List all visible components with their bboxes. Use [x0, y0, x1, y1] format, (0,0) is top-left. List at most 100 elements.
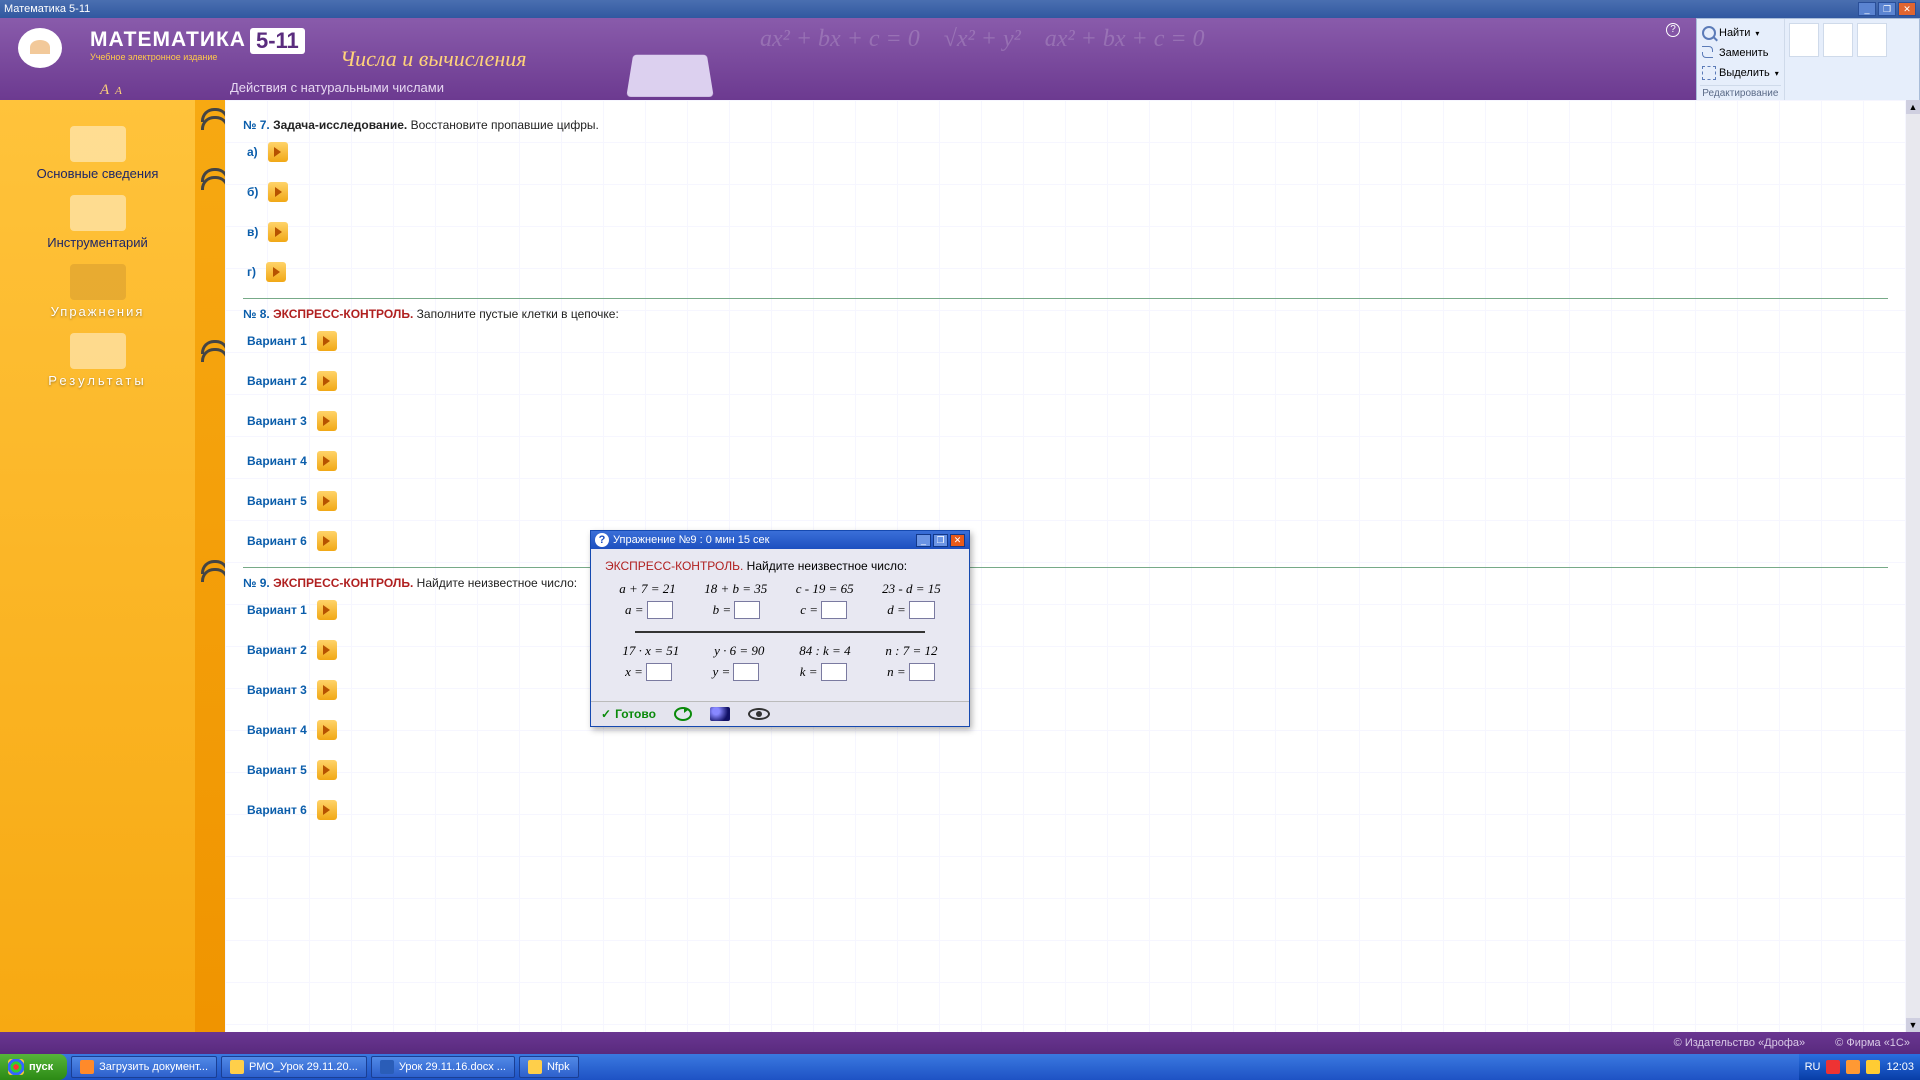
answer-input-c[interactable] [821, 601, 847, 619]
answer-input-n[interactable] [909, 663, 935, 681]
popup-close-button[interactable]: ✕ [950, 534, 965, 547]
ribbon-panel: Найти Заменить Выделить Редактирование [1696, 18, 1920, 100]
popup-maximize-button[interactable]: ❐ [933, 534, 948, 547]
window-close-button[interactable]: ✕ [1898, 2, 1916, 16]
help-button[interactable]: ? [1666, 23, 1680, 37]
book-open-icon [70, 126, 126, 162]
task8-variant-3: Вариант 3 [243, 401, 1888, 441]
window-maximize-button[interactable]: ❐ [1878, 2, 1896, 16]
open-arrow-button[interactable] [317, 680, 337, 700]
taskbar-button-firefox[interactable]: Загрузить документ... [71, 1056, 217, 1078]
open-arrow-button[interactable] [317, 531, 337, 551]
task8-variant-6: Вариант 6 [243, 521, 1888, 561]
footer-publisher: © Издательство «Дрофа» [1674, 1037, 1806, 1049]
equation-row-1: a + 7 = 21 18 + b = 35 c - 19 = 65 23 - … [605, 581, 955, 597]
open-arrow-button[interactable] [266, 262, 286, 282]
select-button[interactable]: Выделить [1700, 65, 1781, 81]
binder-rings [195, 100, 225, 1032]
start-button[interactable]: пуск [0, 1054, 67, 1080]
open-arrow-button[interactable] [317, 640, 337, 660]
find-button[interactable]: Найти [1700, 25, 1781, 41]
task7-item-a: а) [243, 132, 1888, 172]
answer-input-k[interactable] [821, 663, 847, 681]
answer-input-x[interactable] [646, 663, 672, 681]
answer-input-a[interactable] [647, 601, 673, 619]
done-button[interactable]: Готово [601, 707, 656, 721]
popup-footer: Готово [591, 701, 969, 726]
font-size-controls[interactable]: AA [100, 82, 122, 99]
open-arrow-button[interactable] [268, 222, 288, 242]
decorative-formula: ax² + bx + c = 0 √x² + y² ax² + bx + c =… [760, 26, 1680, 53]
ribbon-extra-group [1785, 19, 1919, 100]
window-minimize-button[interactable]: _ [1858, 2, 1876, 16]
find-icon [1702, 26, 1716, 40]
open-arrow-button[interactable] [268, 142, 288, 162]
board-icon [70, 264, 126, 300]
sidebar-item-exercises[interactable]: Упражнения [18, 256, 178, 325]
brand-name: МАТЕМАТИКА [90, 28, 246, 51]
scroll-up-button[interactable]: ▲ [1906, 100, 1920, 114]
clock[interactable]: 12:03 [1886, 1061, 1914, 1073]
task-number: № 8. [243, 307, 270, 321]
professor-icon [8, 22, 68, 92]
open-arrow-button[interactable] [317, 800, 337, 820]
language-indicator[interactable]: RU [1805, 1061, 1821, 1073]
sidebar-item-basics[interactable]: Основные сведения [18, 118, 178, 187]
task8-variant-1: Вариант 1 [243, 321, 1888, 361]
footer-company: © Фирма «1С» [1835, 1037, 1910, 1049]
folder-icon [230, 1060, 244, 1074]
sidebar-item-results[interactable]: Результаты [18, 325, 178, 394]
task9-variant-6: Вариант 6 [243, 790, 1888, 830]
taskbar-button-word[interactable]: Урок 29.11.16.docx ... [371, 1056, 515, 1078]
firefox-icon [80, 1060, 94, 1074]
task7-item-b: б) [243, 172, 1888, 212]
refresh-icon[interactable] [674, 707, 692, 721]
task9-variant-4: Вариант 4 [243, 710, 1888, 750]
show-answer-icon[interactable] [748, 708, 770, 720]
task-9: № 9. ЭКСПРЕСС-КОНТРОЛЬ. Найдите неизвест… [243, 567, 1888, 830]
brand: МАТЕМАТИКА5-11 Учебное электронное издан… [90, 28, 305, 62]
select-icon [1702, 66, 1716, 80]
system-tray[interactable]: RU 12:03 [1799, 1054, 1920, 1080]
tray-icon[interactable] [1866, 1060, 1880, 1074]
question-icon: ? [595, 533, 609, 547]
sidebar-item-tools[interactable]: Инструментарий [18, 187, 178, 256]
popup-body: ЭКСПРЕСС-КОНТРОЛЬ. Найдите неизвестное ч… [591, 549, 969, 701]
open-arrow-button[interactable] [317, 760, 337, 780]
tray-icon[interactable] [1846, 1060, 1860, 1074]
app-header: ax² + bx + c = 0 √x² + y² ax² + bx + c =… [0, 18, 1920, 100]
taskbar-button-nfpk[interactable]: Nfpk [519, 1056, 579, 1078]
section-title: Числа и вычисления [340, 46, 527, 72]
open-arrow-button[interactable] [317, 600, 337, 620]
answer-input-y[interactable] [733, 663, 759, 681]
answer-input-d[interactable] [909, 601, 935, 619]
popup-title: Упражнение №9 : 0 мин 15 сек [613, 534, 769, 546]
open-arrow-button[interactable] [317, 371, 337, 391]
answer-input-b[interactable] [734, 601, 760, 619]
scroll-down-button[interactable]: ▼ [1906, 1018, 1920, 1032]
vertical-scrollbar[interactable]: ▲ ▼ [1906, 100, 1920, 1032]
task7-item-d: г) [243, 252, 1888, 292]
save-icon[interactable] [710, 707, 730, 721]
open-arrow-button[interactable] [317, 331, 337, 351]
task9-variant-1: Вариант 1 [243, 590, 1888, 630]
tray-icon[interactable] [1826, 1060, 1840, 1074]
open-arrow-button[interactable] [317, 491, 337, 511]
replace-button[interactable]: Заменить [1700, 45, 1781, 61]
task8-variant-2: Вариант 2 [243, 361, 1888, 401]
word-icon [380, 1060, 394, 1074]
open-arrow-button[interactable] [317, 451, 337, 471]
sidebar: Основные сведения Инструментарий Упражне… [0, 100, 195, 1032]
section-subtitle: Действия с натуральными числами [230, 80, 444, 95]
taskbar-button-folder[interactable]: РМО_Урок 29.11.20... [221, 1056, 367, 1078]
open-arrow-button[interactable] [317, 411, 337, 431]
open-arrow-button[interactable] [268, 182, 288, 202]
equation-row-2: 17 · x = 51 y · 6 = 90 84 : k = 4 n : 7 … [605, 643, 955, 659]
app-footer: © Издательство «Дрофа» © Фирма «1С» [0, 1032, 1920, 1054]
popup-titlebar[interactable]: ? Упражнение №9 : 0 мин 15 сек _ ❐ ✕ [591, 531, 969, 549]
content-scroll[interactable]: № 7. Задача-исследование. Восстановите п… [225, 100, 1906, 1032]
open-arrow-button[interactable] [317, 720, 337, 740]
content-pane: № 7. Задача-исследование. Восстановите п… [225, 100, 1920, 1032]
task9-variant-3: Вариант 3 [243, 670, 1888, 710]
popup-minimize-button[interactable]: _ [916, 534, 931, 547]
